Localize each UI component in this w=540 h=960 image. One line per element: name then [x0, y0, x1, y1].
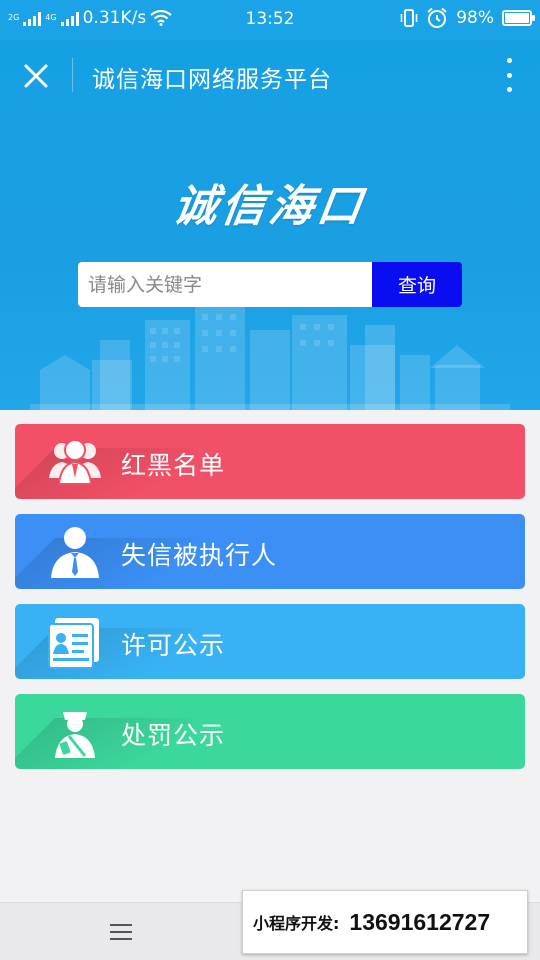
promo-label: 小程序开发: [253, 914, 340, 933]
menu-item-label: 许可公示 [121, 631, 226, 660]
status-right: 98% [400, 7, 535, 29]
page-title: 诚信海口网络服务平台 [92, 67, 332, 93]
search-bar: 查询 [78, 262, 462, 307]
menu-item-label: 处罚公示 [121, 721, 226, 750]
city-skyline-illustration [30, 305, 510, 410]
navbar: 诚信海口网络服务平台 [0, 40, 540, 110]
id-card-icon [48, 618, 99, 669]
officer-icon [55, 712, 95, 758]
search-button[interactable]: 查询 [372, 262, 462, 307]
status-bar: 2G 4G 0.31K/s 13:52 98% [0, 0, 540, 40]
menu-item-dishonest-persons[interactable]: 失信被执行人 [15, 514, 525, 589]
vibrate-icon [400, 9, 418, 27]
menu-item-label: 红黑名单 [121, 451, 226, 480]
promo-phone: 13691612727 [349, 908, 491, 935]
battery-fill [505, 13, 529, 23]
battery-percent: 98% [456, 8, 494, 28]
menu-item-label: 失信被执行人 [121, 541, 278, 570]
close-icon[interactable] [16, 56, 56, 96]
menu-list: 红黑名单 失信被执行人 许可公示 处罚公示 [15, 424, 525, 784]
group-users-icon [49, 439, 101, 485]
hero-header: 诚信海口网络服务平台 诚信海口 查询 [0, 40, 540, 410]
person-tie-icon [51, 527, 99, 578]
brand-logo: 诚信海口 [169, 181, 369, 232]
menu-item-red-black-list[interactable]: 红黑名单 [15, 424, 525, 499]
nav-divider [72, 58, 73, 92]
menu-item-penalty-publicity[interactable]: 处罚公示 [15, 694, 525, 769]
battery-icon [502, 10, 535, 26]
search-input[interactable] [78, 262, 372, 307]
hamburger-icon[interactable] [110, 924, 132, 940]
promo-banner[interactable]: 小程序开发: 13691612727 [242, 890, 528, 954]
menu-item-license-publicity[interactable]: 许可公示 [15, 604, 525, 679]
alarm-icon [427, 7, 447, 28]
more-vertical-icon[interactable] [504, 58, 514, 92]
